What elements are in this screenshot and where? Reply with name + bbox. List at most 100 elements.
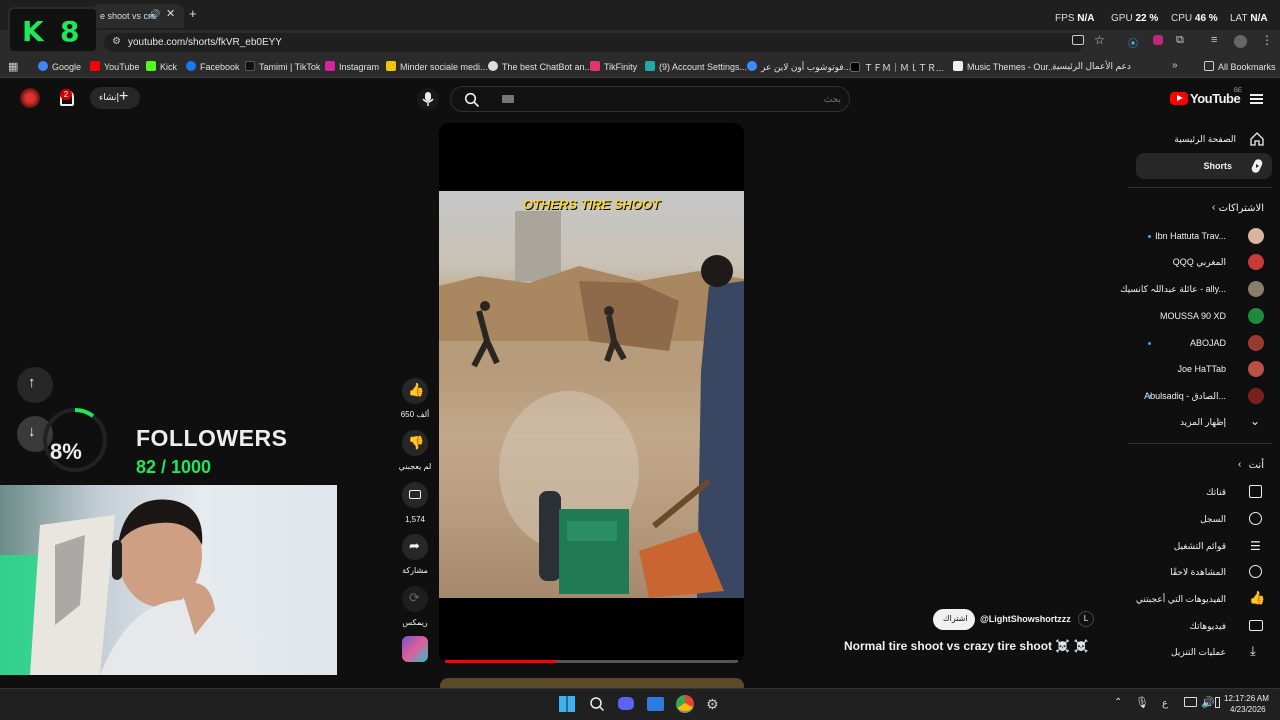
voice-search-button[interactable] <box>417 88 439 110</box>
search-icon[interactable] <box>464 92 480 108</box>
subscription-item[interactable]: ABOJAD <box>1134 334 1266 354</box>
sidebar-item-downloads[interactable]: عمليات التنزيل ⤓ <box>1134 643 1266 663</box>
sound-thumbnail[interactable] <box>402 636 428 662</box>
tab-close-icon[interactable]: ✕ <box>166 7 175 20</box>
new-tab-icon[interactable]: + <box>189 6 197 21</box>
create-button[interactable]: إنشاء + <box>90 87 140 109</box>
discord-taskbar-icon[interactable] <box>618 697 634 710</box>
video-progress-track[interactable] <box>445 660 738 663</box>
sidebar-item-liked-videos[interactable]: الفيديوهات التي أعجبتني 👍 <box>1134 590 1266 610</box>
account-avatar[interactable] <box>20 88 40 108</box>
sidebar-item-your-videos[interactable]: فيديوهاتك <box>1134 617 1266 637</box>
bookmark-star-icon[interactable]: ☆ <box>1094 33 1105 47</box>
bookmark-tiktok[interactable]: Tamimi | TikTok <box>245 61 320 72</box>
previous-short-button[interactable]: ↑ <box>17 367 53 403</box>
file-explorer-taskbar-icon[interactable] <box>647 697 664 711</box>
sidebar-item-your-channel[interactable]: قناتك <box>1134 483 1266 503</box>
guide-menu-icon[interactable] <box>1250 94 1263 104</box>
keyboard-icon[interactable] <box>502 95 514 103</box>
microphone-tray-icon[interactable]: 🎙 <box>1135 696 1149 709</box>
bookmark-kick[interactable]: Kick <box>146 61 177 72</box>
bookmark-business-support[interactable]: دعم الأعمال الرئيسية <box>1052 61 1131 72</box>
bookmark-label: Tamimi | TikTok <box>259 62 321 72</box>
input-language[interactable]: ع <box>1162 698 1168 709</box>
bookmark-instagram[interactable]: Instagram <box>325 61 379 72</box>
all-bookmarks[interactable]: All Bookmarks <box>1204 61 1276 72</box>
taskbar-search-icon[interactable] <box>589 696 605 712</box>
sidebar-item-playlists[interactable]: قوائم التشغيل ☰ <box>1134 537 1266 557</box>
subscription-name: Joe HaTTab <box>1177 364 1226 374</box>
volume-icon[interactable]: 🔊 <box>1201 696 1215 709</box>
apps-grid-icon[interactable]: ▦ <box>8 60 18 73</box>
bookmark-minder[interactable]: Minder sociale medi... <box>386 61 488 72</box>
bookmark-music-themes[interactable]: Music Themes - Our... <box>953 61 1055 72</box>
install-app-icon[interactable] <box>1072 35 1084 45</box>
profile-avatar[interactable] <box>1234 35 1247 48</box>
subscriptions-heading[interactable]: الاشتراكات ‹ <box>1134 201 1264 217</box>
bookmark-label: (9) Account Settings... <box>659 62 748 72</box>
channel-handle[interactable]: @LightShowshortzzz <box>980 614 1071 624</box>
your-channel-icon <box>1249 485 1262 498</box>
bookmark-google[interactable]: Google <box>38 61 81 72</box>
tray-overflow-icon[interactable]: ⌃ <box>1114 697 1122 708</box>
shorts-video-player[interactable]: OTHERS TIRE SHOOT <box>439 123 744 663</box>
bookmark-photoshop[interactable]: فوتوشوب أون لاين عر... <box>747 61 851 73</box>
chrome-taskbar-icon[interactable] <box>676 695 694 713</box>
gpu-label: GPU <box>1111 13 1133 24</box>
video-scene-illustration <box>439 211 744 598</box>
sidebar-divider <box>1128 187 1272 188</box>
network-icon[interactable] <box>1184 697 1197 707</box>
subscribe-button[interactable]: اشتراك <box>933 609 975 630</box>
tab-audio-icon[interactable]: 🔊 <box>149 9 160 20</box>
bookmark-youtube[interactable]: YouTube <box>90 61 139 72</box>
taskbar <box>0 688 1280 720</box>
video-title[interactable]: Normal tire shoot vs crazy tire shoot ☠️… <box>844 639 1089 653</box>
remix-button[interactable]: ⟳ <box>402 586 428 612</box>
bookmark-facebook[interactable]: Facebook <box>186 61 240 72</box>
clock-time[interactable]: 12:17:26 AM <box>1224 694 1269 703</box>
clock-date[interactable]: 4/23/2026 <box>1230 705 1266 714</box>
subscription-item[interactable]: MOUSSA 90 XD <box>1134 307 1266 327</box>
subscription-item[interactable]: Abulsadiq - الصادق... <box>1134 387 1266 407</box>
settings-taskbar-icon[interactable]: ⚙ <box>706 696 719 713</box>
dislike-label: لم يعجبني <box>398 462 432 471</box>
battery-icon[interactable] <box>1215 697 1220 708</box>
browser-menu-icon[interactable]: ⋮ <box>1261 33 1273 47</box>
bookmark-label: TikFinity <box>604 62 638 72</box>
bookmarks-overflow-icon[interactable]: » <box>1172 60 1178 71</box>
channel-avatar[interactable]: L <box>1078 611 1094 627</box>
bookmark-label: دعم الأعمال الرئيسية <box>1052 61 1131 71</box>
like-button[interactable]: 👍 <box>402 378 428 404</box>
search-box[interactable] <box>450 86 850 112</box>
media-control-icon[interactable]: ≡ <box>1211 34 1217 46</box>
sidebar-item-history[interactable]: السجل <box>1134 510 1266 530</box>
channel-avatar <box>1248 308 1264 324</box>
you-heading[interactable]: أنت ‹ <box>1134 458 1264 474</box>
subscription-item[interactable]: Joe HaTTab <box>1134 360 1266 380</box>
subscription-item[interactable]: عائلة عبداللہ كانسيك - ally... <box>1120 280 1266 300</box>
bookmark-x[interactable]: ＴＦＭ｜ＭｌＴＲ... <box>850 61 944 74</box>
extensions-puzzle-icon[interactable]: ⧉ <box>1176 34 1184 47</box>
sidebar-item-shorts[interactable]: Shorts <box>1136 153 1272 179</box>
bookmark-chatbot[interactable]: The best ChatBot an... <box>488 61 592 72</box>
windows-start-icon[interactable] <box>559 696 575 712</box>
share-button[interactable]: ➦ <box>402 534 428 560</box>
bookmark-tikfinity[interactable]: TikFinity <box>590 61 637 72</box>
extension-icon-1[interactable]: ⦿ <box>1128 35 1138 50</box>
youtube-logo[interactable]: YouTube BE <box>1170 88 1242 106</box>
sidebar-item-home[interactable]: الصفحة الرئيسية <box>1134 127 1272 151</box>
bookmark-account-settings[interactable]: (9) Account Settings... <box>645 61 747 72</box>
watch-later-icon <box>1249 565 1262 578</box>
dislike-button[interactable]: 👎 <box>402 430 428 456</box>
show-more-button[interactable]: إظهار المزيد ⌄ <box>1134 413 1266 433</box>
new-content-dot <box>1148 342 1151 345</box>
search-input[interactable] <box>521 91 841 107</box>
subscription-item[interactable]: Ibn Hattuta Trav... <box>1134 227 1266 247</box>
webcam-feed <box>0 485 337 675</box>
extension-icon-2[interactable] <box>1153 35 1163 45</box>
address-bar[interactable]: ⚙ youtube.com/shorts/fkVR_eb0EYY <box>104 33 1084 52</box>
site-info-icon[interactable]: ⚙ <box>112 36 121 47</box>
comments-button[interactable] <box>402 482 428 508</box>
sidebar-item-watch-later[interactable]: المشاهدة لاحقًا <box>1134 563 1266 583</box>
subscription-item[interactable]: QQQ المغربي <box>1134 253 1266 273</box>
